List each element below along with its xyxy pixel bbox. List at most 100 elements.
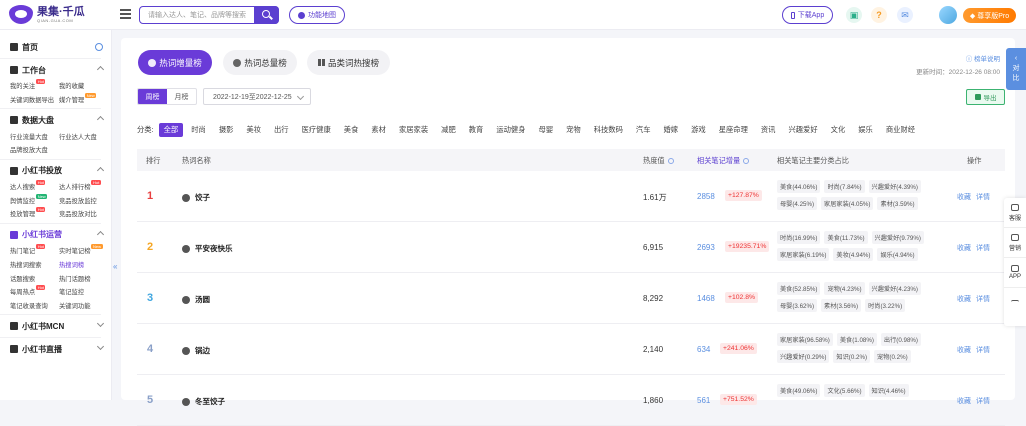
sidebar-item-competitor-compare[interactable]: 竞品投放对比 bbox=[59, 207, 111, 221]
hot-word[interactable]: 冬至饺子 bbox=[182, 396, 225, 407]
tab-hot-word-total[interactable]: 热词总量榜 bbox=[223, 50, 297, 75]
detail-link[interactable]: 详情 bbox=[976, 194, 990, 201]
export-button[interactable]: 导出 bbox=[966, 89, 1005, 105]
rank-help-link[interactable]: ⓘ 榜单说明 bbox=[966, 53, 1000, 63]
collect-link[interactable]: 收藏 bbox=[957, 398, 971, 405]
avatar[interactable] bbox=[939, 6, 957, 24]
notes-increment[interactable]: 2858 bbox=[697, 192, 715, 201]
col-notes[interactable]: 相关笔记增量 bbox=[697, 156, 750, 166]
sidebar-item-media-management[interactable]: 媒介管理 New bbox=[59, 93, 111, 107]
category-item[interactable]: 商业财经 bbox=[886, 125, 915, 135]
download-app-button[interactable]: 下载App bbox=[782, 6, 833, 24]
menu-toggle-icon[interactable] bbox=[120, 9, 131, 20]
sidebar-item-keyword-function[interactable]: 关键词功能 bbox=[59, 299, 111, 313]
category-item[interactable]: 科技数码 bbox=[594, 125, 623, 135]
detail-link[interactable]: 详情 bbox=[976, 296, 990, 303]
sidebar-section-mcn[interactable]: 小红书MCN bbox=[10, 317, 111, 335]
sidebar-item-competitor-monitor[interactable]: 竞品投放监控 bbox=[59, 193, 111, 207]
sidebar-item-keyword-export[interactable]: 关键词数据导出 bbox=[10, 93, 59, 107]
category-item[interactable]: 时尚 bbox=[191, 125, 206, 135]
category-item[interactable]: 娱乐 bbox=[858, 125, 873, 135]
sidebar-item-kol-ranking[interactable]: 达人排行榜 Hot bbox=[59, 180, 111, 194]
notes-increment[interactable]: 2693 bbox=[697, 243, 715, 252]
sidebar-item-ads-management[interactable]: 投放管理 Hot bbox=[10, 207, 59, 221]
help-icon[interactable]: ? bbox=[871, 7, 887, 23]
col-heat[interactable]: 热度值 bbox=[643, 156, 674, 166]
sidebar-item-industry-kol[interactable]: 行业达人大盘 bbox=[59, 129, 111, 143]
search-input[interactable]: 请输入达人、笔记、品牌等搜索 bbox=[139, 5, 279, 24]
app-button[interactable]: APP bbox=[1004, 258, 1026, 288]
detail-link[interactable]: 详情 bbox=[976, 398, 990, 405]
detail-link[interactable]: 详情 bbox=[976, 245, 990, 252]
category-item[interactable]: 美妆 bbox=[246, 125, 261, 135]
category-item[interactable]: 家居家装 bbox=[399, 125, 428, 135]
sidebar-collapse-icon[interactable]: « bbox=[113, 262, 117, 271]
period-weekly[interactable]: 周榜 bbox=[138, 89, 167, 104]
sidebar-item-my-follow[interactable]: 我的关注 Hot bbox=[10, 79, 59, 93]
sidebar-item-sentiment[interactable]: 舆情监控 New bbox=[10, 193, 59, 207]
function-map-button[interactable]: 功能地图 bbox=[289, 6, 345, 24]
category-item[interactable]: 减肥 bbox=[441, 125, 456, 135]
sidebar-item-hot-search[interactable]: 热搜词搜索 bbox=[10, 258, 59, 272]
sidebar-item-note-index[interactable]: 笔记收录查询 bbox=[10, 299, 59, 313]
tab-category-search[interactable]: 品类词热搜榜 bbox=[307, 50, 390, 75]
notes-increment[interactable]: 634 bbox=[697, 345, 710, 354]
notes-increment[interactable]: 1468 bbox=[697, 294, 715, 303]
message-icon[interactable]: ✉ bbox=[897, 7, 913, 23]
sidebar-item-industry-traffic[interactable]: 行业流量大盘 bbox=[10, 129, 59, 143]
collect-link[interactable]: 收藏 bbox=[957, 245, 971, 252]
collect-link[interactable]: 收藏 bbox=[957, 347, 971, 354]
notes-increment[interactable]: 561 bbox=[697, 396, 710, 405]
sidebar-item-brand-ads[interactable]: 品牌投放大盘 bbox=[10, 143, 59, 157]
category-item[interactable]: 素材 bbox=[371, 125, 386, 135]
category-item[interactable]: 母婴 bbox=[539, 125, 554, 135]
hot-word[interactable]: 汤圆 bbox=[182, 294, 210, 305]
sidebar-item-realtime-notes[interactable]: 实时笔记榜 New bbox=[59, 244, 111, 258]
sidebar-item-kol-search[interactable]: 达人搜索 Hot bbox=[10, 180, 59, 194]
hot-word[interactable]: 锅边 bbox=[182, 345, 210, 356]
category-item[interactable]: 兴趣爱好 bbox=[788, 125, 817, 135]
sidebar-section-live[interactable]: 小红书直播 bbox=[10, 340, 111, 358]
category-item[interactable]: 宠物 bbox=[566, 125, 581, 135]
collect-link[interactable]: 收藏 bbox=[957, 194, 971, 201]
category-item[interactable]: 婚嫁 bbox=[664, 125, 679, 135]
logo[interactable]: 果集·千瓜 QIAN-GUA.COM bbox=[9, 5, 85, 24]
category-all[interactable]: 全部 bbox=[158, 123, 184, 137]
category-item[interactable]: 出行 bbox=[274, 125, 289, 135]
sidebar-section-operations[interactable]: 小红书运营 bbox=[10, 226, 111, 244]
sidebar-item-hot-search-ranking[interactable]: 热搜词榜 bbox=[59, 258, 111, 272]
hot-word[interactable]: 平安夜快乐 bbox=[182, 243, 233, 254]
category-item[interactable]: 摄影 bbox=[219, 125, 234, 135]
pro-upgrade-button[interactable]: ◆ 尊享版Pro bbox=[963, 8, 1016, 23]
sidebar-item-my-favorites[interactable]: 我的收藏 bbox=[59, 79, 111, 93]
collection-icon[interactable]: ▣ bbox=[846, 7, 862, 23]
category-item[interactable]: 星座命理 bbox=[719, 125, 748, 135]
category-item[interactable]: 教育 bbox=[469, 125, 484, 135]
category-item[interactable]: 运动健身 bbox=[496, 125, 525, 135]
sidebar-section-data[interactable]: 数据大盘 bbox=[10, 111, 111, 129]
sidebar-item-note-monitor[interactable]: 笔记监控 bbox=[59, 285, 111, 299]
category-item[interactable]: 游戏 bbox=[691, 125, 706, 135]
sidebar-item-hot-topics[interactable]: 热门话题榜 bbox=[59, 271, 111, 285]
settings-icon[interactable] bbox=[95, 43, 103, 51]
back-to-top-button[interactable] bbox=[1004, 288, 1026, 318]
category-item[interactable]: 美食 bbox=[344, 125, 359, 135]
tab-hot-word-increment[interactable]: 热词增量榜 bbox=[138, 50, 212, 75]
marketing-button[interactable]: 营销 bbox=[1004, 228, 1026, 258]
sidebar-item-topic-search[interactable]: 话题搜索 bbox=[10, 271, 59, 285]
compare-panel[interactable]: ‹ 对比 bbox=[1006, 48, 1026, 90]
collect-link[interactable]: 收藏 bbox=[957, 296, 971, 303]
detail-link[interactable]: 详情 bbox=[976, 347, 990, 354]
customer-service-button[interactable]: 客服 bbox=[1004, 198, 1026, 228]
category-item[interactable]: 文化 bbox=[831, 125, 846, 135]
date-range-select[interactable]: 2022-12-19至2022-12-25 bbox=[203, 88, 311, 105]
category-item[interactable]: 资讯 bbox=[761, 125, 776, 135]
search-button[interactable] bbox=[254, 5, 279, 24]
period-monthly[interactable]: 月榜 bbox=[167, 89, 196, 104]
category-item[interactable]: 医疗健康 bbox=[302, 125, 331, 135]
sidebar-section-ads[interactable]: 小红书投放 bbox=[10, 162, 111, 180]
category-item[interactable]: 汽车 bbox=[636, 125, 651, 135]
hot-word[interactable]: 饺子 bbox=[182, 192, 210, 203]
sidebar-section-workbench[interactable]: 工作台 bbox=[10, 61, 111, 79]
sidebar-item-hot-notes[interactable]: 热门笔记 Hot bbox=[10, 244, 59, 258]
